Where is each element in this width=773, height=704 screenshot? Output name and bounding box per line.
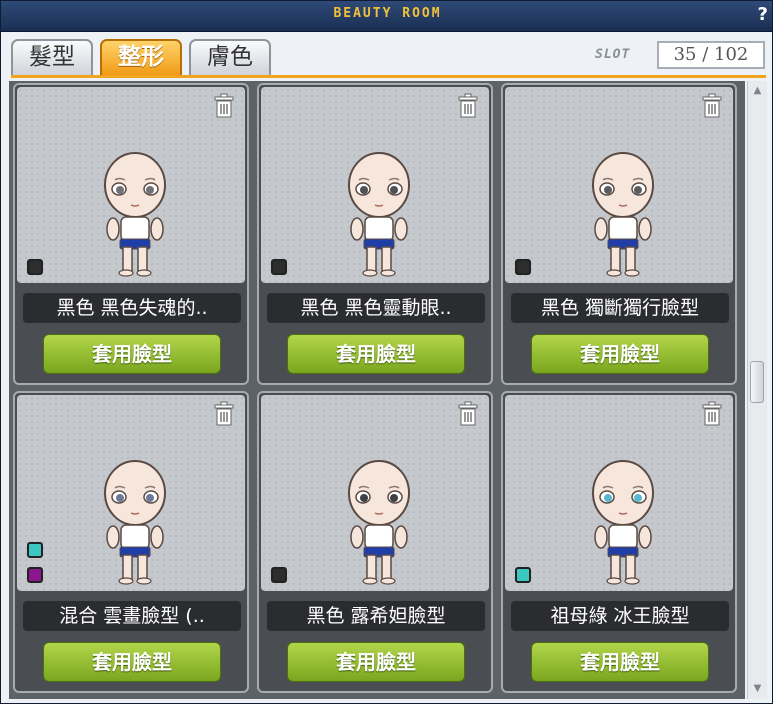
face-preview <box>505 395 733 591</box>
apply-face-button[interactable]: 套用臉型 <box>531 334 709 374</box>
apply-face-button[interactable]: 套用臉型 <box>287 642 465 682</box>
face-name: 黑色 黑色靈動眼.. <box>267 293 485 323</box>
color-swatch <box>27 259 43 275</box>
color-swatch <box>27 542 43 558</box>
trash-icon[interactable] <box>457 93 479 119</box>
tab-skin[interactable]: 膚色 <box>189 39 271 75</box>
character-avatar <box>95 145 175 289</box>
face-preview <box>261 87 489 283</box>
trash-icon[interactable] <box>457 401 479 427</box>
tab-hair[interactable]: 髮型 <box>11 39 93 75</box>
title-bar[interactable]: BEAUTY ROOM ? <box>1 1 772 32</box>
scrollbar[interactable]: ▲ ▼ <box>747 81 767 699</box>
face-card[interactable]: 混合 雲畫臉型 (.. 套用臉型 <box>13 391 249 693</box>
help-button[interactable]: ? <box>758 4 768 25</box>
face-grid: 黑色 黑色失魂的.. 套用臉型 黑色 黑色靈動眼.. 套用臉型 黑色 獨斷獨行臉型 套用臉… <box>9 81 745 699</box>
face-card[interactable]: 黑色 黑色靈動眼.. 套用臉型 <box>257 83 493 385</box>
chevron-up-icon[interactable]: ▲ <box>750 83 765 99</box>
face-preview <box>261 395 489 591</box>
tab-face[interactable]: 整形 <box>100 39 182 75</box>
trash-icon[interactable] <box>213 401 235 427</box>
slot-label: SLOT <box>595 47 631 62</box>
face-preview <box>17 395 245 591</box>
character-avatar <box>339 453 419 597</box>
face-name: 祖母綠 冰王臉型 <box>511 601 729 631</box>
face-card[interactable]: 黑色 露希妲臉型套用臉型 <box>257 391 493 693</box>
apply-face-button[interactable]: 套用臉型 <box>531 642 709 682</box>
face-name: 黑色 露希妲臉型 <box>267 601 485 631</box>
window-title: BEAUTY ROOM <box>333 6 442 21</box>
apply-face-button[interactable]: 套用臉型 <box>287 334 465 374</box>
face-card[interactable]: 黑色 獨斷獨行臉型套用臉型 <box>501 83 737 385</box>
apply-face-button[interactable]: 套用臉型 <box>43 334 221 374</box>
face-card[interactable]: 黑色 黑色失魂的.. 套用臉型 <box>13 83 249 385</box>
character-avatar <box>95 453 175 597</box>
slot-count: 35 / 102 <box>657 41 765 69</box>
color-swatch <box>271 259 287 275</box>
color-swatch <box>515 259 531 275</box>
category-tabs: 髮型 整形 膚色 <box>11 39 311 75</box>
character-avatar <box>339 145 419 289</box>
face-card[interactable]: 祖母綠 冰王臉型套用臉型 <box>501 391 737 693</box>
color-swatch <box>271 567 287 583</box>
trash-icon[interactable] <box>701 401 723 427</box>
character-avatar <box>583 453 663 597</box>
chevron-down-icon[interactable]: ▼ <box>750 681 765 697</box>
scroll-thumb[interactable] <box>750 361 764 403</box>
beauty-room-window: BEAUTY ROOM ? 髮型 整形 膚色 SLOT 35 / 102 黑色 … <box>0 0 773 704</box>
trash-icon[interactable] <box>213 93 235 119</box>
apply-face-button[interactable]: 套用臉型 <box>43 642 221 682</box>
face-name: 黑色 黑色失魂的.. <box>23 293 241 323</box>
trash-icon[interactable] <box>701 93 723 119</box>
face-preview <box>505 87 733 283</box>
face-preview <box>17 87 245 283</box>
color-swatch <box>515 567 531 583</box>
face-name: 混合 雲畫臉型 (.. <box>23 601 241 631</box>
face-name: 黑色 獨斷獨行臉型 <box>511 293 729 323</box>
tab-underline <box>11 75 766 78</box>
color-swatch <box>27 567 43 583</box>
character-avatar <box>583 145 663 289</box>
